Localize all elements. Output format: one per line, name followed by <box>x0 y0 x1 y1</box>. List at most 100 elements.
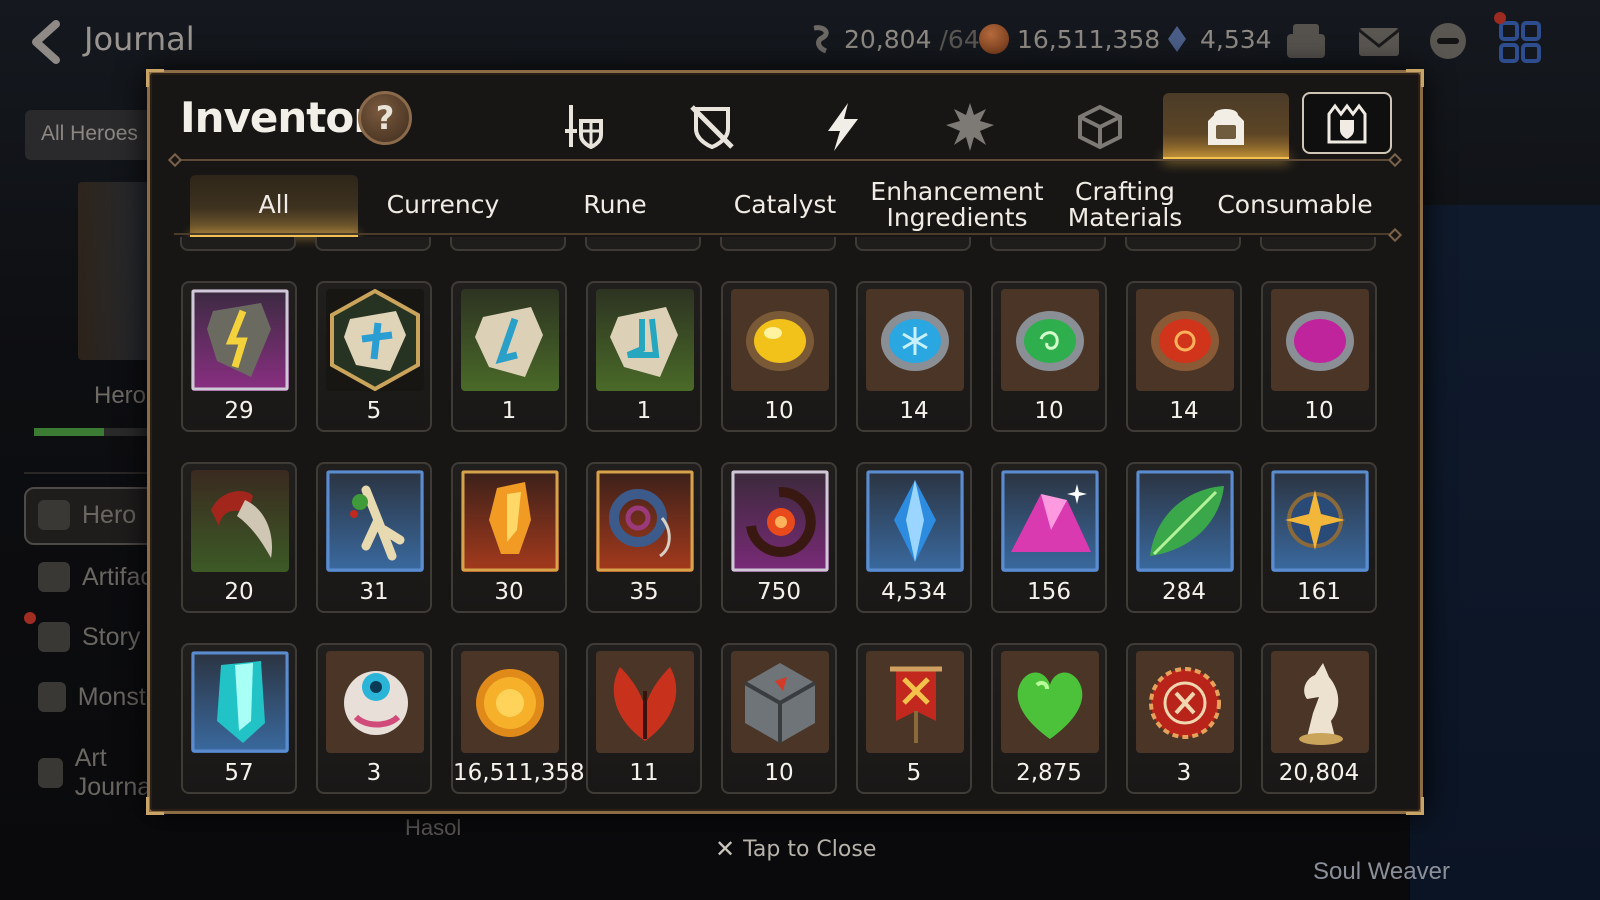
inventory-item[interactable]: 31 <box>316 462 432 613</box>
category-tab-weapon-armor[interactable] <box>553 97 613 157</box>
item-slot[interactable] <box>1125 237 1241 251</box>
inventory-item[interactable]: 5 <box>856 643 972 794</box>
subtab-crafting-materials[interactable]: Crafting Materials <box>1055 175 1195 235</box>
subtab-catalyst[interactable]: Catalyst <box>710 175 860 235</box>
back-arrow-icon[interactable] <box>26 18 70 66</box>
inventory-item[interactable]: 1 <box>451 281 567 432</box>
item-slot[interactable] <box>585 237 701 251</box>
item-slot[interactable] <box>1260 237 1376 251</box>
item-slot[interactable] <box>180 237 296 251</box>
notification-dot <box>1494 12 1506 24</box>
purple-moon-gem-icon <box>1271 289 1369 391</box>
boot-rune-icon <box>596 289 694 391</box>
inventory-item[interactable]: 11 <box>586 643 702 794</box>
subtab-enhancement-ingredients[interactable]: Enhancement Ingredients <box>870 175 1043 235</box>
hero-progress-label: Hero <box>94 382 147 409</box>
help-button[interactable]: ? <box>358 91 412 145</box>
inventory-item[interactable]: 10 <box>721 281 837 432</box>
item-slot[interactable] <box>855 237 971 251</box>
inventory-item[interactable]: 3 <box>316 643 432 794</box>
inventory-item[interactable]: 161 <box>1261 462 1377 613</box>
pink-crystal-pile-icon <box>1001 470 1099 572</box>
gold-counter[interactable]: 16,511,358 <box>979 24 1160 54</box>
skystone-icon <box>1168 26 1186 52</box>
category-tab-artifact[interactable] <box>812 97 872 157</box>
frame-corner <box>146 797 164 815</box>
item-slot[interactable] <box>450 237 566 251</box>
side-divider <box>24 472 164 474</box>
inventory-item[interactable]: 20,804 <box>1261 643 1377 794</box>
subtab-consumable[interactable]: Consumable <box>1210 175 1380 235</box>
inventory-item[interactable]: 57 <box>181 643 297 794</box>
item-quantity: 3 <box>1176 760 1192 786</box>
chat-icon[interactable] <box>1425 20 1471 64</box>
category-tab-items[interactable] <box>1196 97 1256 157</box>
inventory-item[interactable]: 29 <box>181 281 297 432</box>
all-heroes-filter[interactable]: All Heroes <box>25 110 165 160</box>
inventory-window: Inventory ? All Currency Rune Catalyst E… <box>146 69 1424 815</box>
tap-to-close[interactable]: ✕ Tap to Close <box>715 835 876 863</box>
inventory-item[interactable]: 284 <box>1126 462 1242 613</box>
inventory-item[interactable]: 20 <box>181 462 297 613</box>
team-icon[interactable] <box>1283 20 1329 64</box>
side-menu-label: Hero <box>82 500 137 529</box>
red-seal-icon <box>1136 651 1234 753</box>
cube-icon <box>1078 104 1122 150</box>
category-tab-cube[interactable] <box>1070 97 1130 157</box>
flame-crystal-icon <box>461 470 559 572</box>
inventory-item[interactable]: 2,875 <box>991 643 1107 794</box>
ring-pendant-icon <box>596 470 694 572</box>
mail-icon[interactable] <box>1356 20 1402 64</box>
skystone-crystal-icon <box>866 470 964 572</box>
item-slot[interactable] <box>990 237 1106 251</box>
item-slot[interactable] <box>720 237 836 251</box>
item-quantity: 20 <box>224 579 254 605</box>
ginseng-icon <box>326 470 424 572</box>
inventory-item[interactable]: 1 <box>586 281 702 432</box>
blue-snowflake-gem-icon <box>866 289 964 391</box>
blue-rune-icon <box>461 289 559 391</box>
item-quantity: 2,875 <box>1016 760 1082 786</box>
subtab-rune[interactable]: Rune <box>550 175 680 235</box>
stamina-value: 20,804 <box>844 24 932 54</box>
menu-grid-icon[interactable] <box>1497 20 1543 64</box>
teal-crystal-icon <box>191 651 289 753</box>
broken-shield-icon <box>690 105 734 150</box>
item-slot[interactable] <box>315 237 431 251</box>
item-quantity: 11 <box>629 760 659 786</box>
bundle-button[interactable] <box>1302 92 1392 154</box>
inventory-item[interactable]: 10 <box>721 643 837 794</box>
skystone-value: 4,534 <box>1200 24 1272 54</box>
subtab-all[interactable]: All <box>190 175 358 237</box>
side-menu-label: Story <box>82 622 141 651</box>
inventory-item[interactable]: 14 <box>856 281 972 432</box>
red-gem-icon <box>1136 289 1234 391</box>
inventory-item[interactable]: 16,511,358 <box>451 643 585 794</box>
horse-statue-icon <box>1271 651 1369 753</box>
stamina-cap: /64 <box>939 24 980 54</box>
inventory-item[interactable]: 750 <box>721 462 837 613</box>
frame-corner <box>1406 69 1424 87</box>
inventory-item[interactable]: 30 <box>451 462 567 613</box>
stamina-counter[interactable]: 20,804/64 <box>806 24 980 54</box>
inventory-item[interactable]: 156 <box>991 462 1107 613</box>
sword-shield-icon <box>565 105 603 150</box>
category-tab-materials[interactable] <box>940 97 1000 157</box>
category-tab-equipment-off[interactable] <box>682 97 742 157</box>
item-quantity: 156 <box>1027 579 1071 605</box>
inventory-item[interactable]: 4,534 <box>856 462 972 613</box>
subtab-currency[interactable]: Currency <box>368 175 518 235</box>
monster-icon <box>38 682 66 712</box>
inventory-item[interactable]: 35 <box>586 462 702 613</box>
gold-value: 16,511,358 <box>1017 24 1161 54</box>
item-quantity: 30 <box>494 579 524 605</box>
inventory-item[interactable]: 3 <box>1126 643 1242 794</box>
item-quantity: 10 <box>1304 398 1334 424</box>
inventory-item[interactable]: 10 <box>1261 281 1377 432</box>
inventory-item[interactable]: 14 <box>1126 281 1242 432</box>
inventory-item[interactable]: 10 <box>991 281 1107 432</box>
inventory-item[interactable]: 5 <box>316 281 432 432</box>
skystone-counter[interactable]: 4,534 <box>1162 24 1272 54</box>
item-quantity: 750 <box>757 579 801 605</box>
item-quantity: 1 <box>636 398 652 424</box>
